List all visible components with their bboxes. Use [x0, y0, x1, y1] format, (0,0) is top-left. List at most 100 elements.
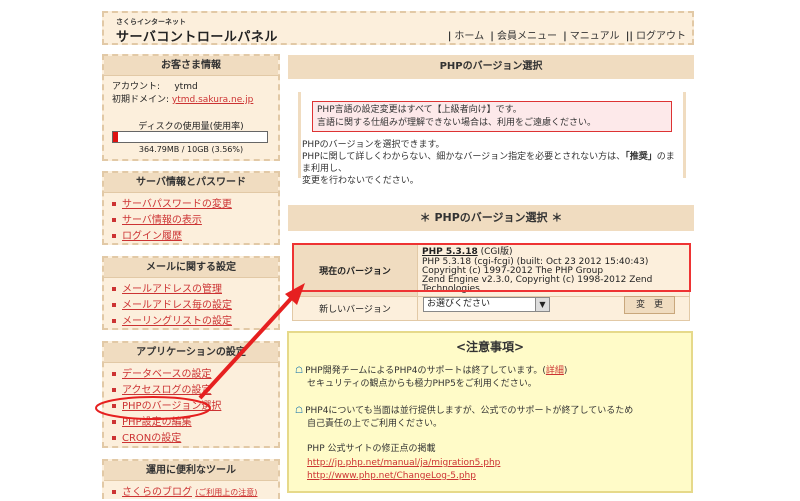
bullet-icon	[112, 388, 116, 392]
mailing-list-link[interactable]: メーリングリストの設定	[122, 316, 232, 327]
sakura-blog-link[interactable]: さくらのブログ	[122, 487, 192, 498]
list-item: アクセスログの設定	[112, 383, 278, 399]
server-info-title: サーバ情報とパスワード	[104, 173, 278, 193]
top-nav: | ホーム | 会員メニュー | マニュアル || ログアウト	[445, 27, 686, 42]
caution-line-3: ☖ PHP4についても当面は並行提供しますが、公式でのサポートが終了しているため	[295, 405, 633, 417]
server-info-list: サーバパスワードの変更 サーバ情報の表示 ログイン履歴	[104, 193, 278, 245]
migration-link[interactable]: http://jp.php.net/manual/ja/migration5.p…	[307, 458, 500, 468]
nav-home[interactable]: ホーム	[454, 31, 484, 42]
change-button[interactable]: 変 更	[624, 296, 675, 314]
list-item: メールアドレス毎の設定	[112, 298, 278, 314]
list-item: PHPのバージョン選択	[112, 399, 278, 415]
domain-link[interactable]: ytmd.sakura.ne.jp	[172, 95, 253, 105]
domain-label: 初期ドメイン:	[112, 95, 170, 105]
list-item: CRONの設定	[112, 431, 278, 447]
warning-box: PHP言語の設定変更はすべて【上級者向け】です。 言語に関する仕組みが理解できな…	[312, 101, 672, 132]
nav-separator: ||	[625, 31, 633, 42]
caution-line-2: セキュリティの観点からも極力PHP5をご利用ください。	[307, 379, 537, 389]
bullet-icon	[112, 218, 116, 222]
changelog-link[interactable]: http://www.php.net/ChangeLog-5.php	[307, 471, 476, 481]
info-text: PHPのバージョンを選択できます。 PHPに関して詳しくわからない、細かなバージ…	[302, 139, 682, 187]
nav-separator: |	[490, 31, 494, 42]
account-value: ytmd	[174, 82, 198, 92]
server-password-link[interactable]: サーバパスワードの変更	[122, 199, 232, 210]
bullet-icon	[112, 436, 116, 440]
caution-title: <注意事項>	[455, 340, 525, 354]
list-item: サーバ情報の表示	[112, 213, 278, 229]
caution-line-4: 自己責任の上でご利用ください。	[307, 419, 443, 429]
version-select-value: お選びください	[427, 299, 491, 309]
speech-bubble-icon: ☖	[295, 366, 304, 376]
mail-settings-box: メールに関する設定 メールアドレスの管理 メールアドレス毎の設定 メーリングリス…	[102, 256, 280, 330]
info-line-3: 変更を行わないでください。	[302, 176, 419, 186]
list-item: データベースの設定	[112, 367, 278, 383]
header: さくらインターネット サーバコントロールパネル | ホーム | 会員メニュー | マニ…	[102, 11, 694, 45]
bullet-icon	[112, 234, 116, 238]
list-item: メーリングリストの設定	[112, 314, 278, 330]
caution-line-7: http://www.php.net/ChangeLog-5.php	[307, 470, 476, 482]
list-item: PHP設定の編集	[112, 415, 278, 431]
usage-notes-link[interactable]: (ご利用上の注意)	[195, 488, 257, 497]
app-settings-title: アプリケーションの設定	[104, 343, 278, 363]
bullet-icon	[112, 303, 116, 307]
list-item: サーバパスワードの変更	[112, 197, 278, 213]
nav-separator: |	[563, 31, 567, 42]
tools-box: 運用に便利なツール さくらのブログ (ご利用上の注意)	[102, 459, 280, 499]
database-settings-link[interactable]: データベースの設定	[122, 369, 212, 380]
details-link[interactable]: 詳細	[546, 366, 564, 376]
account-info-title: お客さま情報	[104, 56, 278, 76]
server-info-link[interactable]: サーバ情報の表示	[122, 215, 202, 226]
mail-address-manage-link[interactable]: メールアドレスの管理	[122, 284, 222, 295]
recommended-text: 「推奨」	[625, 152, 657, 162]
info-line-2a: PHPに関して詳しくわからない、細かなバージョン指定を必要とされない方は、	[302, 152, 626, 162]
disk-usage-bar	[112, 131, 268, 143]
caution-line-1: ☖ PHP開発チームによるPHP4のサポートは終了しています。(詳細)	[295, 365, 567, 377]
account-label: アカウント:	[112, 82, 161, 92]
speech-bubble-icon: ☖	[295, 406, 304, 416]
php-settings-edit-link[interactable]: PHP設定の編集	[122, 417, 192, 428]
current-version-highlight	[292, 243, 691, 292]
mail-settings-list: メールアドレスの管理 メールアドレス毎の設定 メーリングリストの設定	[104, 278, 278, 330]
list-item: ログイン履歴	[112, 229, 278, 245]
bullet-icon	[112, 490, 116, 494]
disk-usage-fill	[113, 132, 119, 142]
account-info-box: お客さま情報 アカウント: ytmd 初期ドメイン: ytmd.sakura.n…	[102, 54, 280, 161]
nav-manual[interactable]: マニュアル	[570, 31, 620, 42]
nav-member-menu[interactable]: 会員メニュー	[497, 31, 557, 42]
new-version-label: 新しいバージョン	[292, 296, 418, 321]
bullet-icon	[112, 404, 116, 408]
app-settings-box: アプリケーションの設定 データベースの設定 アクセスログの設定 PHPのバージョ…	[102, 341, 280, 448]
mail-address-settings-link[interactable]: メールアドレス毎の設定	[122, 300, 232, 311]
bullet-icon	[112, 202, 116, 206]
caution-box: <注意事項> ☖ PHP開発チームによるPHP4のサポートは終了しています。(詳細…	[287, 331, 693, 493]
server-info-box: サーバ情報とパスワード サーバパスワードの変更 サーバ情報の表示 ログイン履歴	[102, 171, 280, 245]
bullet-icon	[112, 420, 116, 424]
list-item: さくらのブログ (ご利用上の注意)	[112, 485, 278, 501]
caution-line-5: PHP 公式サイトの修正点の掲載	[307, 444, 436, 454]
bullet-icon	[112, 287, 116, 291]
nav-separator: |	[447, 31, 452, 42]
app-settings-list: データベースの設定 アクセスログの設定 PHPのバージョン選択 PHP設定の編集…	[104, 363, 278, 447]
warning-line-2: 言語に関する仕組みが理解できない場合は、利用をご遠慮ください。	[317, 118, 597, 128]
section-title: ＊ PHPのバージョン選択 ＊	[288, 205, 694, 231]
caution-text-1b: )	[563, 366, 568, 376]
version-select[interactable]: お選びください ▼	[423, 297, 550, 312]
account-details: アカウント: ytmd 初期ドメイン: ytmd.sakura.ne.jp	[112, 81, 253, 107]
caution-line-6: http://jp.php.net/manual/ja/migration5.p…	[307, 457, 500, 469]
cron-settings-link[interactable]: CRONの設定	[122, 433, 181, 444]
nav-logout[interactable]: ログアウト	[636, 31, 686, 42]
login-history-link[interactable]: ログイン履歴	[122, 231, 182, 242]
bullet-icon	[112, 372, 116, 376]
warning-line-1: PHP言語の設定変更はすべて【上級者向け】です。	[317, 105, 522, 115]
list-item: メールアドレスの管理	[112, 282, 278, 298]
access-log-link[interactable]: アクセスログの設定	[122, 385, 212, 396]
php-version-link[interactable]: PHPのバージョン選択	[122, 401, 221, 412]
chevron-down-icon[interactable]: ▼	[535, 298, 549, 311]
caution-text-1a: PHP開発チームによるPHP4のサポートは終了しています。(	[305, 366, 546, 376]
tools-list: さくらのブログ (ご利用上の注意)	[104, 481, 278, 501]
disk-usage-text: 364.79MB / 10GB (3.56%)	[138, 145, 244, 154]
mail-settings-title: メールに関する設定	[104, 258, 278, 278]
caution-text-3: PHP4についても当面は並行提供しますが、公式でのサポートが終了しているため	[305, 406, 634, 416]
page-title: PHPのバージョン選択	[288, 55, 694, 79]
bullet-icon	[112, 319, 116, 323]
